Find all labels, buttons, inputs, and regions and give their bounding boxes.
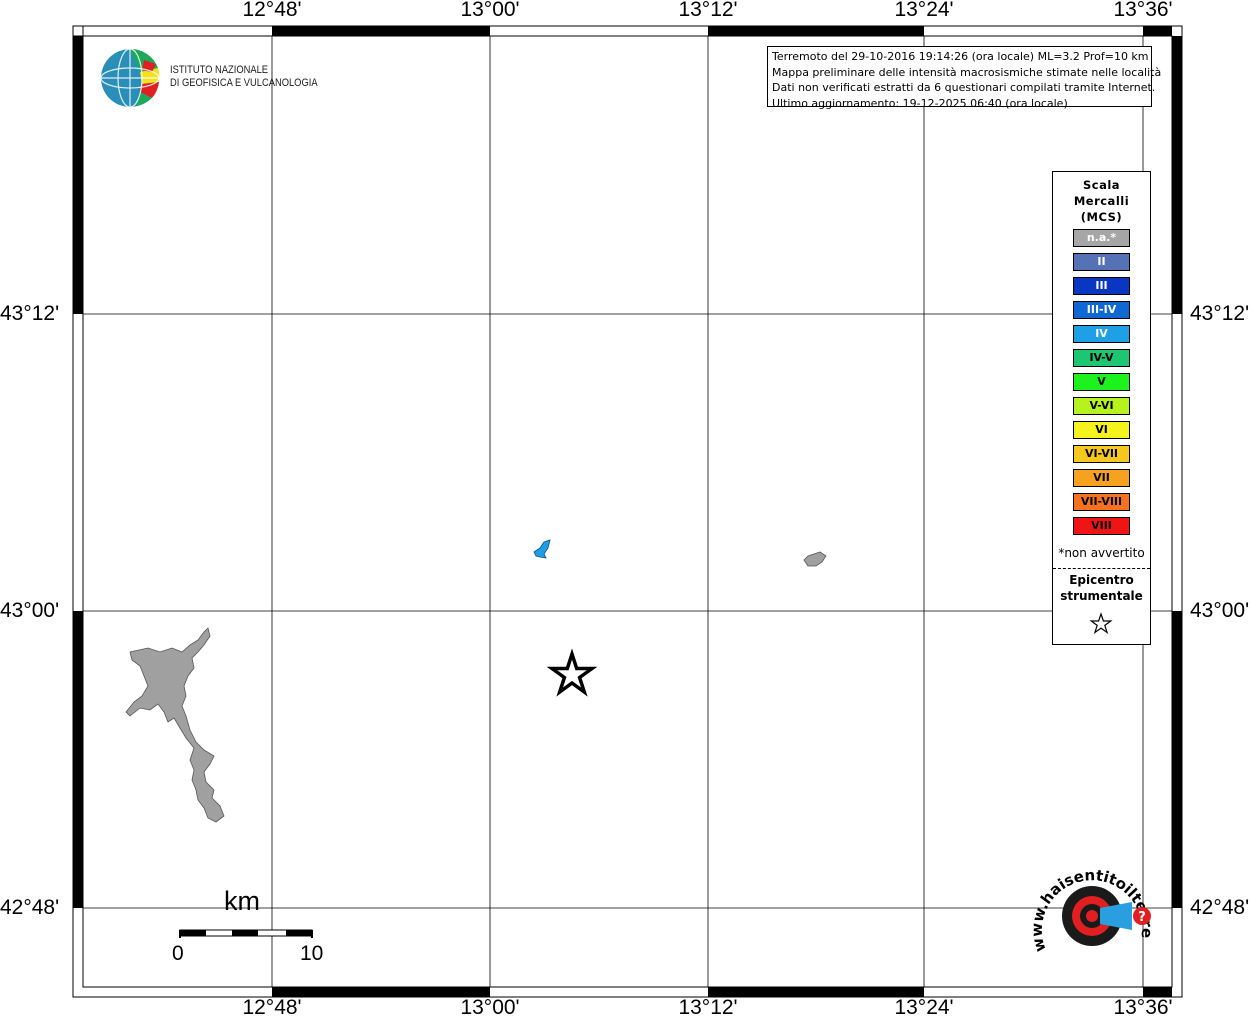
map-outer-border xyxy=(72,25,1183,998)
lat-label-right-2: 43°00' xyxy=(1190,599,1250,622)
graticule xyxy=(83,36,1172,987)
lat-label-right-1: 43°12' xyxy=(1190,302,1250,325)
frame-right xyxy=(1172,36,1182,908)
scale-start-label: 0 xyxy=(172,942,184,965)
lon-label-bottom-1: 12°48' xyxy=(242,996,302,1019)
lat-label-left-1: 43°12' xyxy=(0,302,60,325)
haisentito-watermark-logo: www.haisentitoilterremoto.it ? xyxy=(1032,858,1156,954)
question-mark-icon: ? xyxy=(1138,910,1146,925)
legend-swatch-2: III xyxy=(1073,277,1130,295)
legend-note: *non avvertito xyxy=(1058,546,1145,560)
epicenter-star-icon xyxy=(546,648,598,697)
legend-swatch-0: n.a.* xyxy=(1073,229,1130,247)
lon-label-top-3: 13°12' xyxy=(678,0,738,21)
logo-line-1: ISTITUTO NAZIONALE xyxy=(170,64,269,76)
legend-swatch-4: IV xyxy=(1073,325,1130,343)
legend-swatch-1: II xyxy=(1073,253,1130,271)
lon-label-top-2: 13°00' xyxy=(460,0,520,21)
lon-label-bottom-3: 13°12' xyxy=(678,996,738,1019)
scale-unit-label: km xyxy=(224,886,260,916)
event-info-box: Terremoto del 29-10-2016 19:14:26 (ora l… xyxy=(767,46,1162,110)
legend-swatch-8: VI xyxy=(1073,421,1130,439)
legend-swatch-12: VIII xyxy=(1073,517,1130,535)
info-line-map: Mappa preliminare delle intensità macros… xyxy=(772,65,1162,79)
scale-end-label: 10 xyxy=(300,942,324,965)
legend-title: Scala Mercalli (MCS) xyxy=(1053,177,1150,225)
locality-area-gray-large xyxy=(125,627,225,823)
legend-swatch-11: VII-VIII xyxy=(1073,493,1130,511)
legend-swatch-6: V xyxy=(1073,373,1130,391)
legend-swatch-10: VII xyxy=(1073,469,1130,487)
legend-title-line-1: Scala xyxy=(1082,178,1121,192)
intensity-legend: Scala Mercalli (MCS) n.a.* II III III-IV IV I… xyxy=(1052,171,1151,645)
info-line-updated: Ultimo aggiornamento: 19-12-2025 06:40 (… xyxy=(772,96,1068,110)
info-line-event: Terremoto del 29-10-2016 19:14:26 (ora l… xyxy=(772,50,1149,63)
lon-label-bottom-5: 13°36' xyxy=(1113,996,1173,1019)
scale-bar xyxy=(179,929,313,938)
lon-label-bottom-2: 13°00' xyxy=(460,996,520,1019)
lon-label-bottom-4: 13°24' xyxy=(894,996,954,1019)
info-line-data: Dati non verificati estratti da 6 questi… xyxy=(772,81,1156,94)
frame-left xyxy=(73,36,83,908)
legend-epicenter-title: Epicentro strumentale xyxy=(1053,572,1150,604)
legend-epicenter-line-2: strumentale xyxy=(1060,589,1143,603)
lon-label-top-5: 13°36' xyxy=(1113,0,1173,21)
lat-label-left-3: 42°48' xyxy=(0,896,60,919)
legend-swatch-7: V-VI xyxy=(1073,397,1130,415)
legend-epicenter-line-1: Epicentro xyxy=(1069,573,1134,587)
lon-label-top-1: 12°48' xyxy=(242,0,302,21)
legend-divider xyxy=(1053,568,1150,569)
legend-star-icon xyxy=(1089,612,1113,635)
locality-area-gray-small xyxy=(803,551,827,567)
frame-top xyxy=(72,25,1172,37)
locality-area-blue xyxy=(533,539,551,559)
map-inner-border xyxy=(82,35,1173,988)
lon-label-top-4: 13°24' xyxy=(894,0,954,21)
logo-line-2: DI GEOFISICA E VULCANOLOGIA xyxy=(170,77,318,89)
lat-label-left-2: 43°00' xyxy=(0,599,60,622)
legend-title-line-3: (MCS) xyxy=(1080,210,1123,224)
globe-logo-icon xyxy=(100,48,160,108)
ingv-logo: ISTITUTO NAZIONALE DI GEOFISICA E VULCAN… xyxy=(100,46,320,110)
legend-swatch-9: VI-VII xyxy=(1073,445,1130,463)
legend-title-line-2: Mercalli xyxy=(1073,194,1130,208)
legend-swatch-5: IV-V xyxy=(1073,349,1130,367)
legend-swatch-3: III-IV xyxy=(1073,301,1130,319)
lat-label-right-3: 42°48' xyxy=(1190,896,1250,919)
